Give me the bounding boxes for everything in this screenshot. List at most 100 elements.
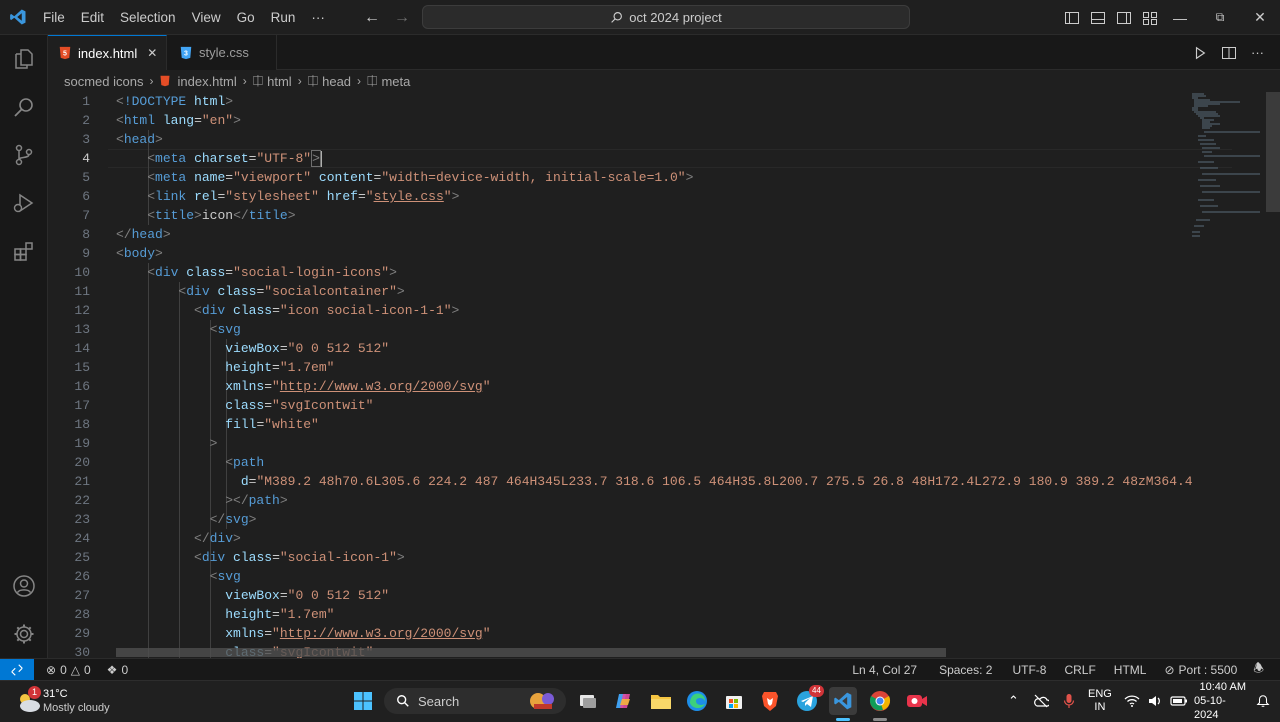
code-line: 7 <title>icon</title> [82,208,296,223]
code-line: 25 <div class="social-icon-1"> [74,550,405,565]
back-arrow-icon[interactable]: ← [364,9,380,27]
text-cursor [320,150,322,167]
live-server-button[interactable]: ⊘ Port : 5500 [1156,663,1245,677]
svg-text:3: 3 [184,50,188,57]
brave-browser-icon[interactable] [756,687,784,715]
microphone-icon[interactable] [1063,693,1075,709]
breadcrumb-meta[interactable]: meta [381,74,410,89]
search-icon [397,695,409,707]
menu-more-button[interactable]: ··· [303,0,333,35]
xmlns-link[interactable]: http://www.w3.org/2000/svg [280,379,483,394]
microsoft-store-icon[interactable] [720,687,748,715]
command-center-search[interactable]: oct 2024 project [422,5,910,29]
chevron-right-icon: › [357,74,362,88]
source-control-icon[interactable] [0,131,48,179]
remote-indicator-button[interactable] [0,658,34,681]
code-editor[interactable]: 1 <!DOCTYPE html> 2 <html lang="en"> 3 <hea… [48,92,1280,658]
breadcrumb-html[interactable]: html [267,74,292,89]
quick-settings[interactable] [1124,681,1188,721]
breadcrumb-file[interactable]: index.html [177,74,236,89]
code-line: 16 xmlns="http://www.w3.org/2000/svg" [74,379,491,394]
vscode-taskbar-icon[interactable] [829,687,857,715]
tab-index-html[interactable]: 5 index.html ✕ [48,35,167,70]
code-line: 20 <path [74,455,265,470]
code-line: 29 xmlns="http://www.w3.org/2000/svg" [74,626,491,641]
close-window-button[interactable]: ✕ [1240,9,1280,26]
run-file-icon[interactable] [1193,46,1207,60]
cursor-position[interactable]: Ln 4, Col 27 [844,663,925,677]
code-line: 12 <div class="icon social-icon-1-1"> [74,303,460,318]
manage-gear-icon[interactable] [0,610,48,658]
remote-icon [11,663,23,676]
search-text: oct 2024 project [629,9,722,25]
notifications-bell-icon[interactable]: 🕭 [1245,659,1272,680]
minimap[interactable] [1190,92,1266,242]
task-view-icon[interactable] [574,687,602,715]
vertical-scrollbar[interactable] [1266,92,1280,212]
menu-view[interactable]: View [184,0,229,35]
chevron-up-icon[interactable]: ⌃ [1008,693,1019,709]
onedrive-icon[interactable] [1033,694,1049,708]
clock[interactable]: 10:40 AM 05-10-2024 [1194,681,1246,721]
copilot-icon[interactable] [610,687,638,715]
chrome-icon[interactable] [866,687,894,715]
xmlns-link[interactable]: http://www.w3.org/2000/svg [280,626,483,641]
screen-recorder-icon[interactable] [903,687,931,715]
code-line: 3 <head> [82,132,163,147]
edge-browser-icon[interactable] [683,687,711,715]
notification-center-icon[interactable] [1256,681,1270,721]
broadcast-icon: ❖ [106,662,118,677]
customize-layout-icon[interactable] [1142,10,1158,26]
ports-button[interactable]: ❖ 0 [99,663,136,677]
warning-count: 0 [83,662,91,677]
code-line: 23 </svg> [74,512,257,527]
input-language[interactable]: ENG IN [1088,681,1112,721]
problems-button[interactable]: ⊗ 0 △ 0 [38,663,99,677]
code-line: 22 ></path> [74,493,288,508]
minimize-button[interactable]: — [1160,10,1200,26]
clock-time: 10:40 AM [1199,681,1246,693]
telegram-icon[interactable]: 44 [793,685,824,715]
tab-close-icon[interactable]: ✕ [147,46,157,60]
code-line: 27 viewBox="0 0 512 512" [74,588,390,603]
editor-tabs: 5 index.html ✕ 3 style.css ··· [48,35,1280,70]
menu-edit[interactable]: Edit [73,0,112,35]
eol-setting[interactable]: CRLF [1056,663,1103,677]
accounts-icon[interactable] [0,562,48,610]
windows-taskbar: 1 31°C Mostly cloudy Search 44 ⌃ ENG IN … [0,680,1280,721]
ports-count: 0 [121,662,129,677]
clock-date: 05-10-2024 [1194,695,1226,721]
split-editor-icon[interactable] [1221,45,1237,61]
error-count: 0 [60,662,67,677]
breadcrumb-head[interactable]: head [322,74,351,89]
search-sidebar-icon[interactable] [0,83,48,131]
forward-arrow-icon[interactable]: → [394,9,410,27]
explorer-icon[interactable] [0,35,48,83]
encoding-setting[interactable]: UTF-8 [1004,663,1054,677]
menu-run[interactable]: Run [263,0,304,35]
menu-selection[interactable]: Selection [112,0,184,35]
file-explorer-icon[interactable] [647,687,675,715]
language-mode[interactable]: HTML [1106,663,1155,677]
tab-style-css[interactable]: 3 style.css [167,35,277,70]
breadcrumb-folder[interactable]: socmed icons [64,74,143,89]
toggle-primary-sidebar-icon[interactable] [1064,10,1080,26]
toggle-secondary-sidebar-icon[interactable] [1116,10,1132,26]
maximize-button[interactable]: ⧉ [1200,10,1240,25]
code-line: 9 <body> [82,246,163,261]
more-actions-button[interactable]: ··· [1251,45,1264,60]
menu-go[interactable]: Go [229,0,263,35]
taskbar-search[interactable]: Search [384,688,566,714]
weather-widget[interactable]: 1 31°C Mostly cloudy [14,685,124,717]
extensions-icon[interactable] [0,227,48,275]
indentation-setting[interactable]: Spaces: 2 [931,663,1000,677]
stylesheet-link[interactable]: style.css [374,189,444,204]
symbol-icon: ⎅ [252,73,264,88]
activity-bar [0,35,48,658]
toggle-panel-icon[interactable] [1090,10,1106,26]
menu-file[interactable]: File [35,0,73,35]
run-debug-icon[interactable] [0,179,48,227]
horizontal-scrollbar[interactable] [116,648,946,657]
windows-start-icon[interactable] [349,687,377,715]
status-bar: ⊗ 0 △ 0 ❖ 0 Ln 4, Col 27 Spaces: 2 UTF-8… [0,658,1280,681]
